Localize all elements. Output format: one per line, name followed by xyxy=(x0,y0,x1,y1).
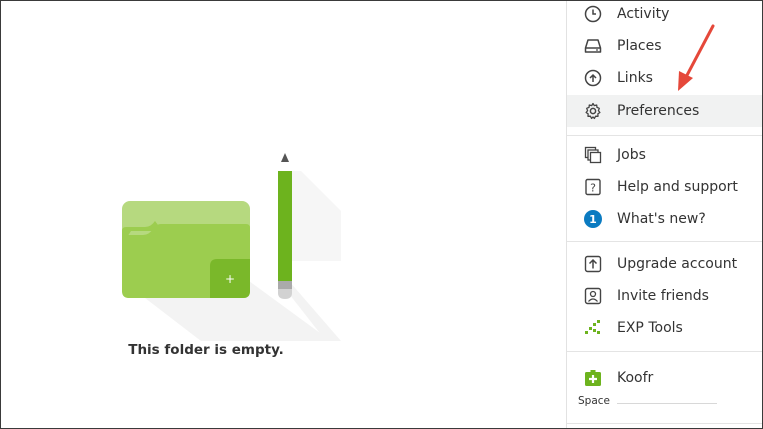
menu-divider xyxy=(567,241,762,242)
menu-item-label: What's new? xyxy=(617,211,706,227)
menu-item-preferences[interactable]: Preferences xyxy=(567,95,762,127)
menu-item-label: Koofr xyxy=(617,370,654,386)
menu-item-invite-friends[interactable]: Invite friends xyxy=(567,281,762,311)
menu-item-label: Activity xyxy=(617,6,670,22)
empty-folder-message: This folder is empty. xyxy=(128,342,284,358)
menu-item-jobs[interactable]: Jobs xyxy=(567,140,762,170)
menu-item-links[interactable]: Links xyxy=(567,63,762,93)
svg-text:+: + xyxy=(225,272,235,286)
app-window: + This folder is empty. Activity Places xyxy=(0,0,763,429)
gear-icon xyxy=(583,101,603,121)
storage-space-bar xyxy=(617,403,717,404)
empty-folder-illustration: + xyxy=(111,141,351,341)
menu-item-label: Preferences xyxy=(617,103,700,119)
menu-item-label: EXP Tools xyxy=(617,320,683,336)
account-menu: Activity Places Links Preferences Jobs ?… xyxy=(566,1,762,428)
menu-item-help-and-support[interactable]: ? Help and support xyxy=(567,172,762,202)
menu-divider xyxy=(567,351,762,352)
whats-new-count-badge: 1 xyxy=(584,210,602,228)
red-arrow-annotation xyxy=(678,24,715,91)
exp-tools-icon xyxy=(583,318,603,338)
menu-item-label: Places xyxy=(617,38,662,54)
menu-item-label: Help and support xyxy=(617,179,738,195)
menu-item-label: Invite friends xyxy=(617,288,709,304)
drive-icon xyxy=(583,36,603,56)
menu-item-koofr[interactable]: Koofr xyxy=(567,363,762,393)
person-card-icon xyxy=(583,286,603,306)
cloud-upload-icon xyxy=(583,68,603,88)
menu-item-places[interactable]: Places xyxy=(567,31,762,61)
stacked-squares-icon xyxy=(583,145,603,165)
clock-icon xyxy=(583,4,603,24)
menu-divider xyxy=(567,423,762,424)
menu-item-exp-tools[interactable]: EXP Tools xyxy=(567,313,762,343)
menu-divider xyxy=(567,135,762,136)
upgrade-arrow-icon xyxy=(583,254,603,274)
menu-item-label: Jobs xyxy=(617,147,646,163)
menu-item-activity[interactable]: Activity xyxy=(567,1,762,29)
question-icon: ? xyxy=(583,177,603,197)
menu-item-whats-new[interactable]: 1 What's new? xyxy=(567,204,762,234)
menu-item-upgrade-account[interactable]: Upgrade account xyxy=(567,249,762,279)
storage-space-label: Space xyxy=(578,395,610,407)
menu-item-label: Upgrade account xyxy=(617,256,738,272)
koofr-logo-icon xyxy=(583,368,603,388)
notification-badge-icon: 1 xyxy=(583,209,603,229)
svg-text:?: ? xyxy=(590,182,596,195)
menu-item-label: Links xyxy=(617,70,653,86)
